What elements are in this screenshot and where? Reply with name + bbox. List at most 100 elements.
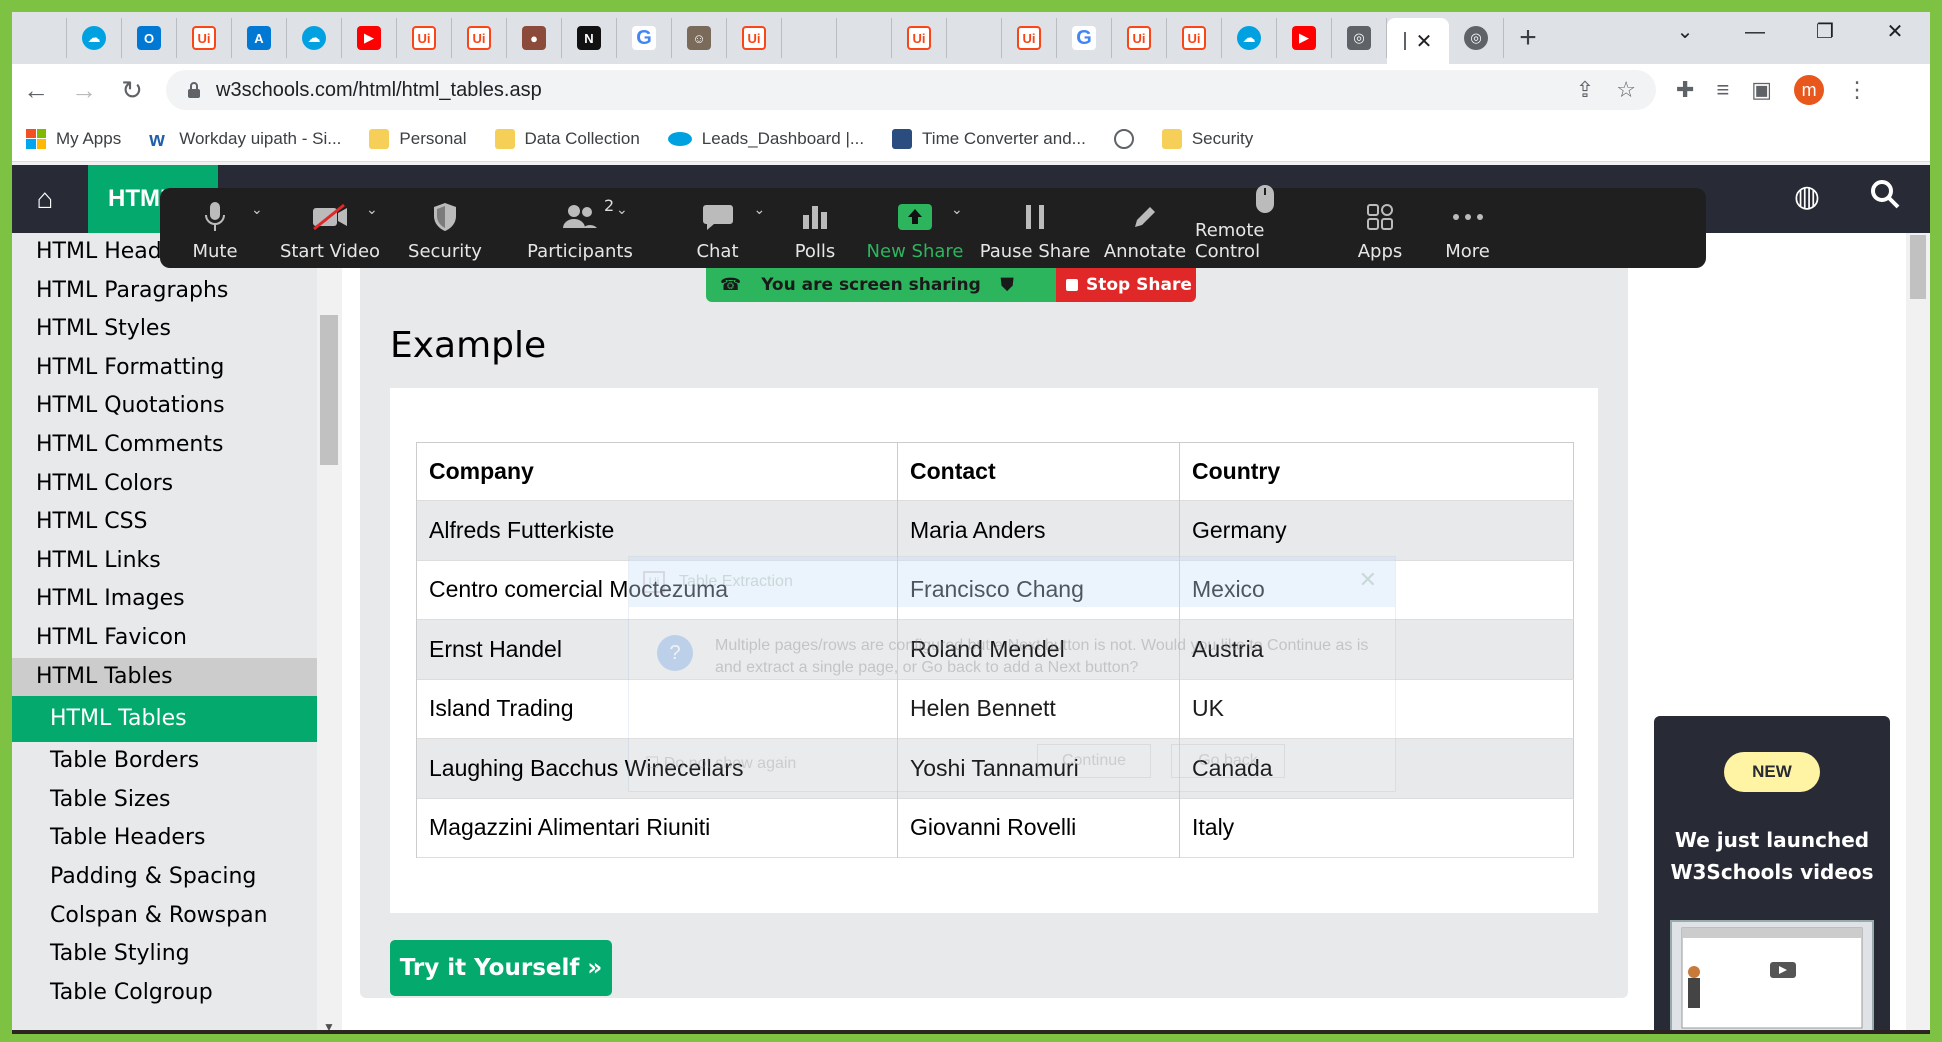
sidebar-item[interactable]: HTML Comments — [12, 426, 317, 465]
sidebar-item[interactable]: HTML Favicon — [12, 619, 317, 658]
tab-20[interactable]: Ui — [1112, 18, 1167, 58]
tab-5[interactable]: ☁ — [287, 18, 342, 58]
address-bar[interactable]: w3schools.com/html/html_tables.asp ⇪ ☆ — [166, 70, 1656, 110]
bookmark-7[interactable]: Security — [1161, 128, 1253, 149]
menu-kebab-icon[interactable]: ⋮ — [1846, 77, 1868, 103]
zoom-apps-button[interactable]: Apps — [1335, 188, 1425, 268]
bookmark-6[interactable] — [1113, 128, 1134, 149]
tab-search-icon[interactable]: ⌄ — [1650, 12, 1720, 52]
do-not-show-checkbox[interactable]: ☐ Do not show again — [645, 753, 796, 773]
chevron-down-icon[interactable]: ⌄ — [251, 202, 263, 218]
bookmark-1[interactable]: w Workday uipath - Si... — [149, 129, 341, 151]
lock-icon[interactable] — [186, 81, 202, 99]
bookmark-star-icon[interactable]: ☆ — [1616, 77, 1636, 103]
tab-0[interactable] — [12, 18, 67, 58]
zoom-mute-button[interactable]: ⌄ Mute — [160, 188, 270, 268]
tab-22[interactable]: ☁ — [1222, 18, 1277, 58]
search-icon[interactable] — [1870, 179, 1900, 217]
tab-13[interactable]: Ui — [727, 18, 782, 58]
sidebar-item[interactable]: HTML Links — [12, 542, 317, 581]
zoom-participants-button[interactable]: 2 ⌄ Participants — [500, 188, 660, 268]
close-tab-icon[interactable]: ✕ — [1416, 29, 1433, 54]
sharing-status[interactable]: ☎ You are screen sharing ⛊ — [706, 268, 1056, 302]
sidebar-item[interactable]: HTML Quotations — [12, 387, 317, 426]
reload-button[interactable]: ↻ — [108, 75, 156, 106]
go-back-button[interactable]: Go back — [1171, 744, 1285, 778]
tab-18[interactable]: Ui — [1002, 18, 1057, 58]
zoom-start-video-button[interactable]: ⌄ Start Video — [270, 188, 390, 268]
bookmark-0[interactable]: My Apps — [26, 128, 121, 149]
sidebar-item[interactable]: HTML Images — [12, 580, 317, 619]
bookmark-5[interactable]: Time Converter and... — [892, 128, 1086, 149]
side-panel-icon[interactable]: ▣ — [1751, 77, 1772, 103]
minimize-button[interactable]: — — [1720, 12, 1790, 52]
share-page-icon[interactable]: ⇪ — [1576, 77, 1594, 103]
sidebar-item[interactable]: Table Borders — [12, 742, 317, 781]
tab-6[interactable]: ▶ — [342, 18, 397, 58]
bookmark-4[interactable]: Leads_Dashboard |... — [667, 129, 864, 149]
continue-button[interactable]: Continue — [1037, 744, 1151, 778]
back-button[interactable]: ← — [12, 75, 60, 106]
sidebar-item[interactable]: HTML Tables — [12, 696, 317, 743]
tab-7[interactable]: Ui — [397, 18, 452, 58]
tab-1[interactable]: ☁ — [67, 18, 122, 58]
sidebar-item[interactable]: HTML Styles — [12, 310, 317, 349]
sidebar-item[interactable]: HTML CSS — [12, 503, 317, 542]
chevron-down-icon[interactable]: ⌄ — [366, 202, 378, 218]
tab-15[interactable] — [837, 18, 892, 58]
chevron-down-icon[interactable]: ⌄ — [951, 202, 963, 218]
tab-3[interactable]: Ui — [177, 18, 232, 58]
page-scrollbar[interactable] — [1906, 233, 1930, 1038]
tab-12[interactable]: ☺ — [672, 18, 727, 58]
sidebar-item[interactable]: Table Headers — [12, 819, 317, 858]
forward-button[interactable]: → — [60, 75, 108, 106]
active-tab[interactable]: ✕ — [1387, 18, 1449, 64]
zoom-security-button[interactable]: Security — [390, 188, 500, 268]
chevron-down-icon[interactable]: ⌄ — [616, 202, 628, 218]
tab-21[interactable]: Ui — [1167, 18, 1222, 58]
bookmark-2[interactable]: Personal — [369, 128, 467, 149]
zoom-chat-button[interactable]: ⌄ Chat — [660, 188, 775, 268]
dialog-close-icon[interactable]: ✕ — [1359, 567, 1377, 593]
sidebar-item[interactable]: HTML Paragraphs — [12, 272, 317, 311]
sidebar-scrollbar[interactable]: ▼ — [318, 233, 340, 1038]
sidebar-item[interactable]: Table Colgroup — [12, 974, 317, 1013]
zoom-polls-button[interactable]: Polls — [775, 188, 855, 268]
zoom-remote-control-button[interactable]: Remote Control — [1195, 185, 1335, 268]
close-window-button[interactable]: ✕ — [1860, 12, 1930, 52]
sidebar-item[interactable]: Colspan & Rowspan — [12, 897, 317, 936]
tab-2[interactable]: O — [122, 18, 177, 58]
page-scroll-thumb[interactable] — [1910, 235, 1926, 299]
tab-17[interactable] — [947, 18, 1002, 58]
sidebar-item[interactable]: HTML Colors — [12, 465, 317, 504]
new-tab-button[interactable]: + — [1504, 21, 1552, 55]
tab-10[interactable]: N — [562, 18, 617, 58]
sidebar-item[interactable]: HTML Formatting — [12, 349, 317, 388]
tab-24[interactable]: ◎ — [1332, 18, 1387, 58]
chevron-down-icon[interactable]: ⌄ — [754, 202, 766, 218]
sidebar-scroll-thumb[interactable] — [320, 315, 338, 465]
home-icon[interactable]: ⌂ — [12, 165, 78, 233]
reading-list-icon[interactable]: ≡ — [1716, 77, 1729, 103]
profile-avatar[interactable]: m — [1794, 75, 1825, 105]
tab-19[interactable]: G — [1057, 18, 1112, 58]
tab-23[interactable]: ▶ — [1277, 18, 1332, 58]
zoom-more-button[interactable]: More — [1425, 188, 1510, 268]
try-it-yourself-button[interactable]: Try it Yourself » — [390, 940, 612, 996]
zoom-new-share-button[interactable]: ⌄ New Share — [855, 188, 975, 268]
zoom-pause-share-button[interactable]: Pause Share — [975, 188, 1095, 268]
tab-4[interactable]: A — [232, 18, 287, 58]
sidebar-item[interactable]: Table Styling — [12, 935, 317, 974]
tab-14[interactable] — [782, 18, 837, 58]
tab-8[interactable]: Ui — [452, 18, 507, 58]
sidebar-item[interactable]: HTML Tables — [12, 657, 317, 697]
tab-9[interactable]: ● — [507, 18, 562, 58]
bookmark-3[interactable]: Data Collection — [494, 128, 640, 149]
tab-11[interactable]: G — [617, 18, 672, 58]
restore-button[interactable]: ❐ — [1790, 12, 1860, 52]
sidebar-item[interactable]: Table Sizes — [12, 781, 317, 820]
globe-icon[interactable]: ◍ — [1794, 179, 1820, 214]
tab-16[interactable]: Ui — [892, 18, 947, 58]
tab-globe[interactable]: ◎ — [1449, 18, 1504, 58]
stop-share-button[interactable]: Stop Share — [1056, 268, 1196, 302]
